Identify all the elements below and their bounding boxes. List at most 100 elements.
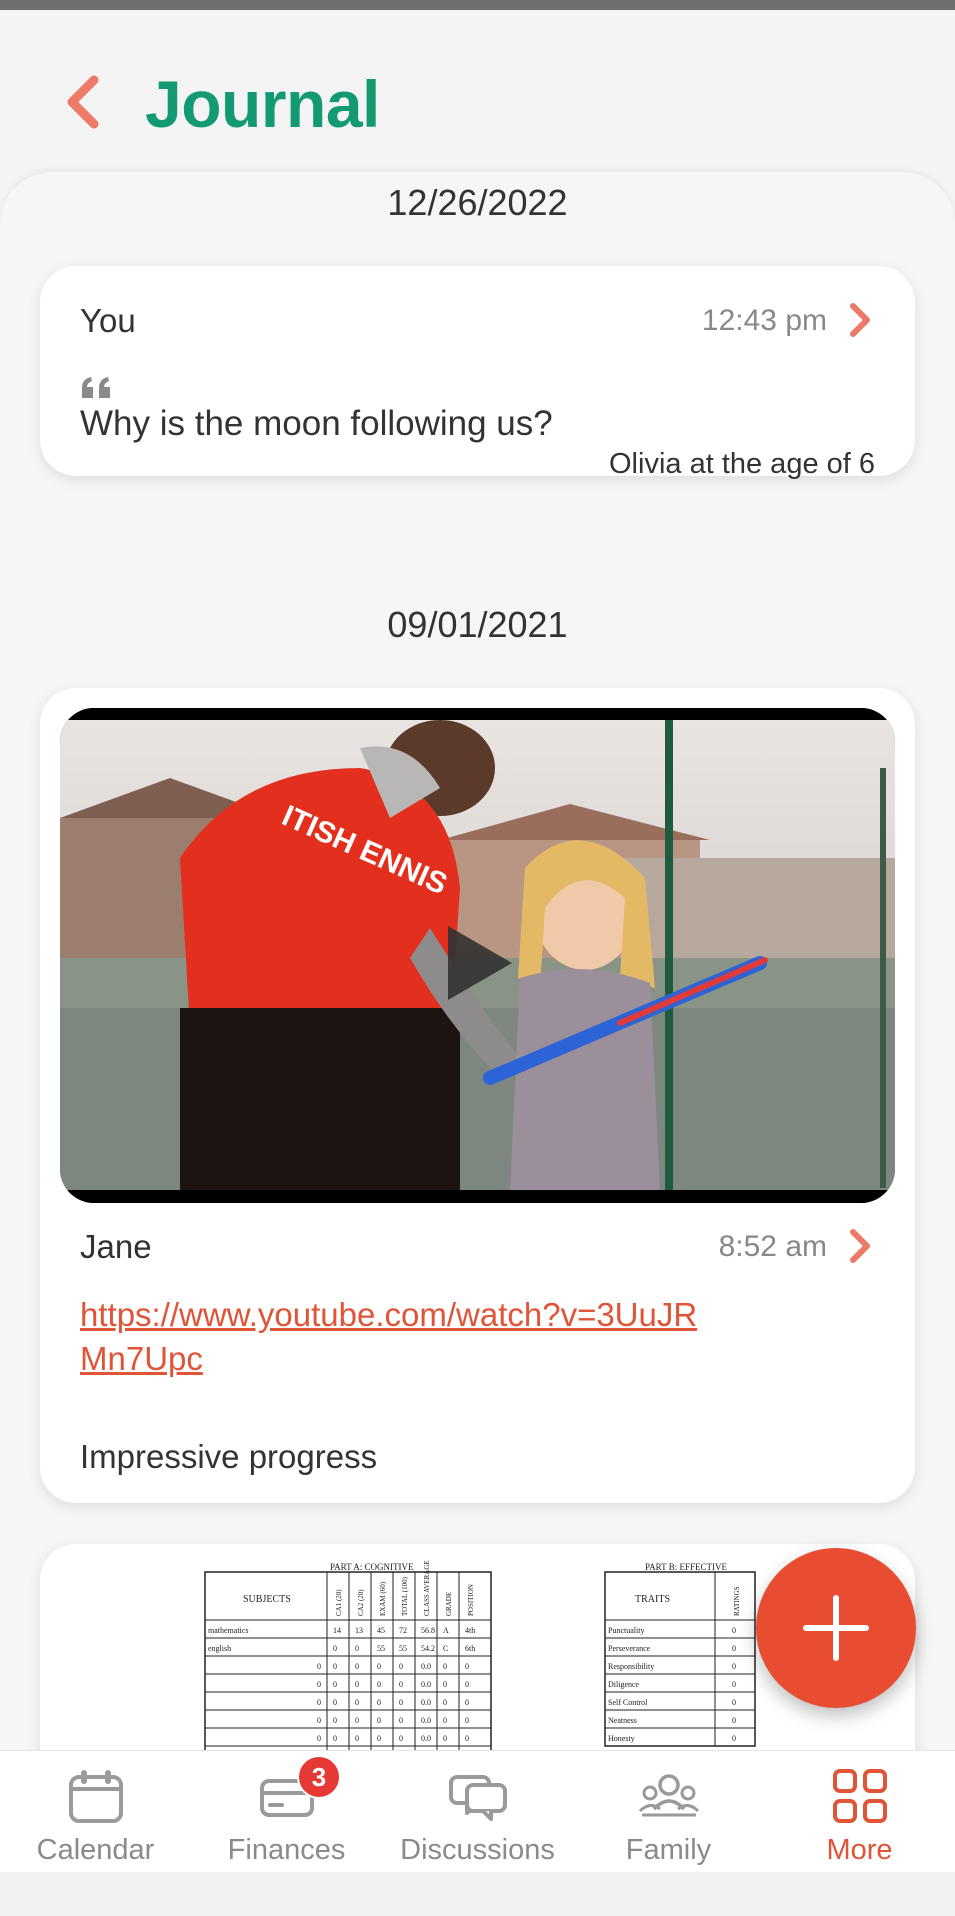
trait-rating: 0 <box>732 1698 736 1707</box>
tab-calendar[interactable]: Calendar <box>0 1751 191 1873</box>
quote-icon <box>82 377 110 398</box>
subject-name: 0 <box>317 1716 321 1725</box>
cell-value: 0.0 <box>421 1734 431 1743</box>
journal-feed[interactable]: 12/26/2022 You 12:43 pm Why is the moon … <box>0 172 955 1752</box>
trait-rating: 0 <box>732 1734 736 1743</box>
grid-icon <box>833 1769 887 1823</box>
cell-value: 0 <box>465 1662 469 1671</box>
journal-entry-card[interactable]: ITISH ENNIS Jane 8:52 am https://www.you… <box>40 688 915 1503</box>
entry-note: Impressive progress <box>80 1438 378 1475</box>
subject-name: mathematics <box>208 1626 248 1635</box>
trait-rating: 0 <box>732 1644 736 1653</box>
entry-author: You <box>80 302 136 339</box>
cell-value: 4th <box>465 1626 475 1635</box>
column-header: CA2 (20) <box>357 1589 365 1616</box>
cell-value: 0 <box>399 1734 403 1743</box>
chevron-left-icon <box>67 75 99 129</box>
cell-value: 0 <box>355 1644 359 1653</box>
entry-author: Jane <box>80 1228 152 1265</box>
bottom-tab-bar: Calendar 3 Finances Discussions Family M… <box>0 1750 955 1873</box>
video-thumbnail[interactable]: ITISH ENNIS <box>60 708 895 1203</box>
report-card-document: PART A: COGNITIVE SUBJECTS CA1 (20) CA2 (20… <box>204 1560 756 1752</box>
tab-label: Family <box>625 1834 712 1866</box>
cell-value: 0 <box>443 1698 447 1707</box>
cell-value: 54.2 <box>421 1644 435 1653</box>
cell-value: 0.0 <box>421 1680 431 1689</box>
trait-name: Punctuality <box>608 1626 644 1635</box>
video-link[interactable]: https://www.youtube.com/watch?v=3UuJRMn7… <box>80 1293 700 1381</box>
cell-value: 0 <box>333 1662 337 1671</box>
cell-value: 0 <box>399 1662 403 1671</box>
family-icon <box>638 1774 700 1817</box>
cell-value: 0.0 <box>421 1662 431 1671</box>
cell-value: 0 <box>355 1680 359 1689</box>
plus-icon <box>803 1595 869 1661</box>
cell-value: 0 <box>333 1734 337 1743</box>
trait-name: Perseverance <box>608 1644 651 1653</box>
cell-value: 72 <box>399 1626 407 1635</box>
cell-value: 0 <box>377 1698 381 1707</box>
column-header: EXAM (60) <box>379 1581 387 1616</box>
cell-value: 56.8 <box>421 1626 435 1635</box>
tab-more[interactable]: More <box>764 1751 955 1873</box>
chat-bubbles-icon <box>449 1775 507 1821</box>
add-entry-button[interactable] <box>756 1548 916 1708</box>
column-header: POSITION <box>467 1584 475 1616</box>
subject-name: 0 <box>317 1698 321 1707</box>
cell-value: A <box>443 1626 449 1635</box>
ratings-header: RATINGS <box>733 1586 741 1616</box>
cell-value: 0 <box>333 1680 337 1689</box>
trait-name: Neatness <box>608 1716 637 1725</box>
cell-value: 0 <box>333 1644 337 1653</box>
column-header: GRADE <box>445 1592 453 1616</box>
tab-label: Discussions <box>400 1834 555 1866</box>
cell-value: 0 <box>443 1734 447 1743</box>
tab-family[interactable]: Family <box>573 1751 764 1873</box>
video-frame-image: ITISH ENNIS <box>60 708 895 1203</box>
trait-name: Diligence <box>608 1680 640 1689</box>
tab-label: Calendar <box>36 1834 155 1866</box>
column-header: CLASS AVERAGE <box>423 1560 431 1616</box>
calendar-icon <box>69 1770 123 1823</box>
subject-name: 0 <box>317 1680 321 1689</box>
column-header: TOTAL (100) <box>401 1576 409 1616</box>
cell-value: 0.0 <box>421 1716 431 1725</box>
cell-value: 0 <box>355 1698 359 1707</box>
subjects-header: SUBJECTS <box>243 1594 291 1605</box>
cell-value: 0 <box>465 1716 469 1725</box>
back-button[interactable] <box>58 72 108 132</box>
subject-name: 0 <box>317 1734 321 1743</box>
header: Journal <box>0 10 955 170</box>
chevron-right-icon[interactable] <box>847 1228 873 1264</box>
date-heading: 12/26/2022 <box>387 182 568 223</box>
cell-value: 0 <box>465 1734 469 1743</box>
cell-value: 0 <box>465 1680 469 1689</box>
cell-value: 0 <box>355 1716 359 1725</box>
cell-value: 0 <box>399 1716 403 1725</box>
cell-value: 0 <box>333 1716 337 1725</box>
part-b-title: PART B: EFFECTIVE <box>645 1562 727 1572</box>
cell-value: 0 <box>377 1662 381 1671</box>
tab-discussions[interactable]: Discussions <box>382 1751 573 1873</box>
cell-value: 14 <box>333 1626 341 1635</box>
quote-attribution: Olivia at the age of 6 <box>609 448 875 480</box>
trait-rating: 0 <box>732 1626 736 1635</box>
trait-rating: 0 <box>732 1716 736 1725</box>
notification-badge: 3 <box>297 1755 341 1799</box>
subject-name: 0 <box>317 1662 321 1671</box>
tab-finances[interactable]: 3 Finances <box>191 1751 382 1873</box>
cell-value: 45 <box>377 1626 385 1635</box>
system-navigation-bar <box>0 1872 955 1916</box>
cell-value: 0.0 <box>421 1698 431 1707</box>
cell-value: 0 <box>399 1680 403 1689</box>
cell-value: 0 <box>333 1698 337 1707</box>
trait-rating: 0 <box>732 1662 736 1671</box>
date-heading: 09/01/2021 <box>387 604 568 645</box>
subject-name: english <box>208 1644 231 1653</box>
journal-entry-card[interactable]: You 12:43 pm Why is the moon following u… <box>40 266 915 480</box>
column-header: CA1 (20) <box>335 1589 343 1616</box>
chevron-right-icon[interactable] <box>847 302 873 338</box>
cell-value: 6th <box>465 1644 475 1653</box>
entry-time: 8:52 am <box>718 1230 827 1263</box>
trait-name: Responsibility <box>608 1662 654 1671</box>
